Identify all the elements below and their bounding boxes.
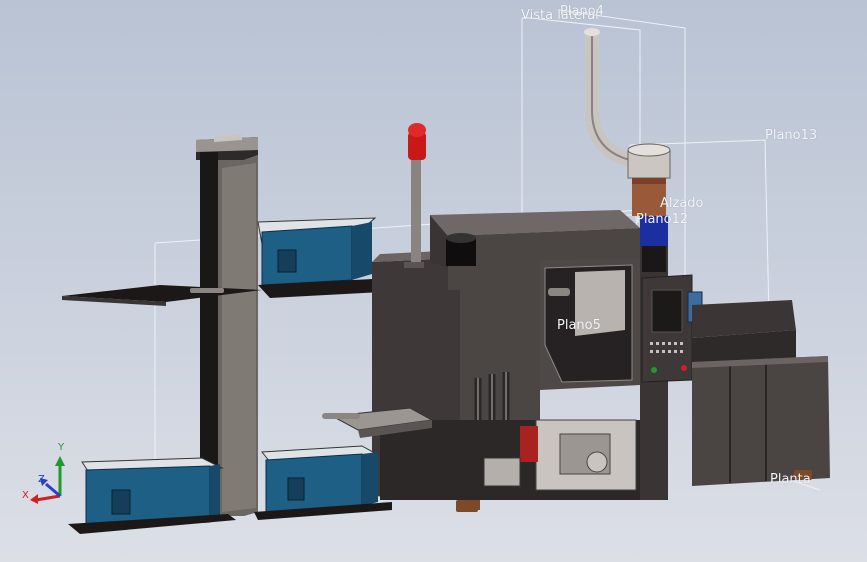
lower-bin-middle[interactable] (254, 445, 392, 520)
upper-bin[interactable] (257, 217, 392, 298)
label-plano4[interactable]: Plano4 (560, 4, 604, 19)
triad-x-label: X (22, 490, 29, 501)
graphics-viewport[interactable]: Vista lateral Plano4 Plano13 Alzado Plan… (0, 0, 867, 562)
label-plano12[interactable]: Plano12 (636, 212, 688, 227)
label-alzado[interactable]: Alzado (660, 196, 704, 211)
plane-vista-lateral[interactable] (521, 17, 641, 216)
feed-tube[interactable] (584, 28, 633, 167)
label-plano13[interactable]: Plano13 (765, 128, 817, 143)
3d-model-scene[interactable] (0, 0, 867, 562)
beacon-light[interactable] (404, 123, 426, 268)
clamp-unit[interactable] (692, 300, 830, 486)
triad-z-label: Z (38, 474, 45, 485)
conveyor-column[interactable] (196, 134, 258, 516)
top-cylinder[interactable] (446, 233, 476, 266)
manifold-block[interactable] (380, 419, 640, 510)
lower-bin-left[interactable] (68, 457, 236, 534)
label-planta[interactable]: Planta (770, 472, 811, 487)
label-plano5[interactable]: Plano5 (557, 318, 601, 333)
orientation-triad: Y X Z (18, 440, 78, 510)
triad-y-label: Y (58, 442, 65, 453)
